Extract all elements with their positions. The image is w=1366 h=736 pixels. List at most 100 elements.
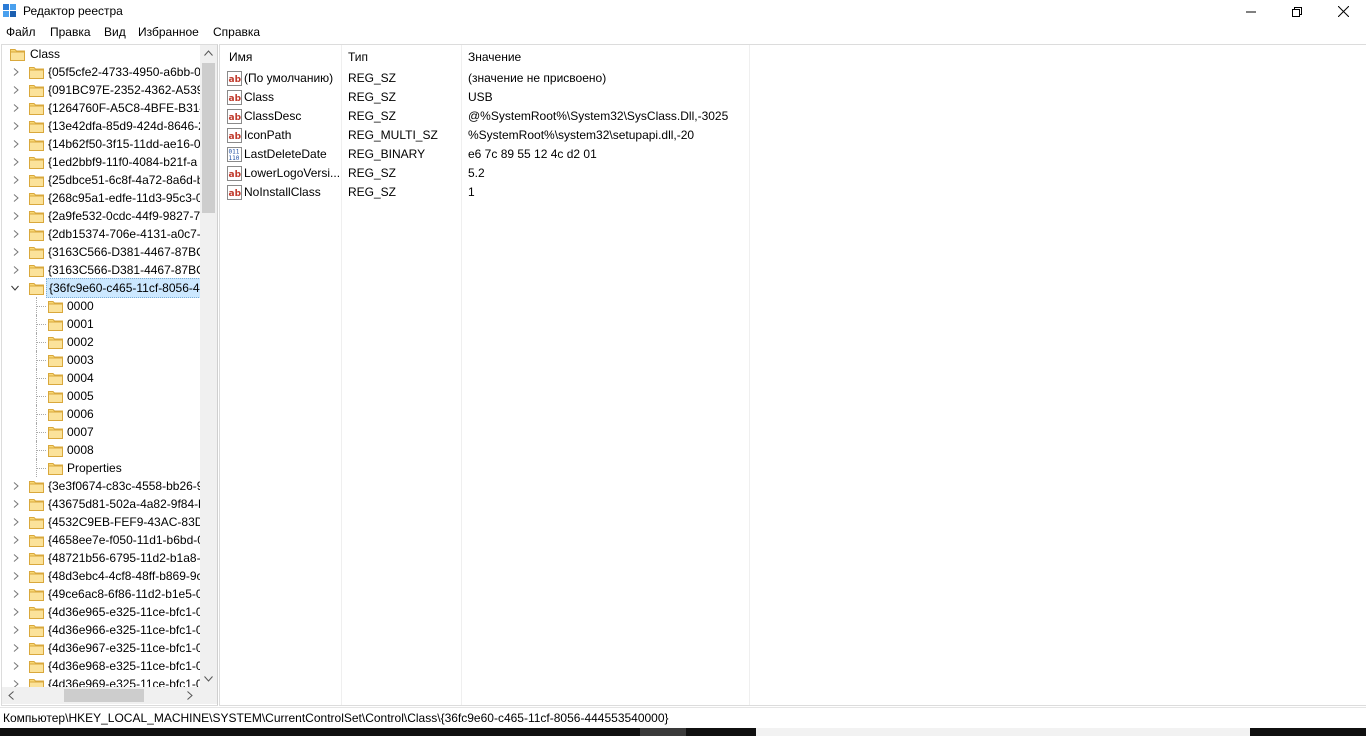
tree-node[interactable]: {4d36e967-e325-11ce-bfc1-0 [2,639,203,657]
column-divider[interactable] [341,45,342,705]
folder-icon [29,571,44,583]
restore-button[interactable] [1274,0,1320,23]
tree-node[interactable]: {1ed2bbf9-11f0-4084-b21f-a [2,153,200,171]
column-header-name[interactable]: Имя [229,45,252,69]
tree-node[interactable]: {43675d81-502a-4a82-9f84-b [2,495,205,513]
tree-node[interactable]: {3163C566-D381-4467-87BC- [2,261,209,279]
tree-node[interactable]: {13e42dfa-85d9-424d-8646-2 [2,117,205,135]
tree-node[interactable]: {1264760F-A5C8-4BFE-B314- [2,99,210,117]
column-header-value[interactable]: Значение [468,45,521,69]
tree-node[interactable]: {05f5cfe2-4733-4950-a6bb-0 [2,63,201,81]
tree-node[interactable]: {2db15374-706e-4131-a0c7-c [2,225,207,243]
value-name: ClassDesc [244,109,302,123]
expand-chevron-icon[interactable] [12,626,20,634]
menu-help[interactable]: Справка [213,25,260,39]
expand-chevron-icon[interactable] [12,140,20,148]
tree-child-node[interactable]: Properties [2,459,200,477]
tree-root[interactable]: Class [2,45,200,63]
taskbar-button[interactable] [640,728,686,736]
expand-chevron-icon[interactable] [12,86,20,94]
expand-chevron-icon[interactable] [12,194,20,202]
tree-child-node[interactable]: 0003 [2,351,200,369]
tree-child-node[interactable]: 0005 [2,387,200,405]
tree-guide-line [36,396,46,398]
expand-chevron-icon[interactable] [12,68,20,76]
value-name: LowerLogoVersi... [244,166,341,180]
tree-node[interactable]: {3163C566-D381-4467-87BC- [2,243,209,261]
scroll-right-icon[interactable] [187,691,193,700]
expand-chevron-icon[interactable] [12,608,20,616]
tree-node[interactable]: {48721b56-6795-11d2-b1a8-0 [2,549,207,567]
tree-vertical-scroll-thumb[interactable] [202,63,215,213]
tree-node-label: {14b62f50-3f15-11dd-ae16-0 [48,137,201,151]
registry-tree[interactable]: Class {05f5cfe2-4733-4950-a6bb-0 {091BC97E… [1,44,218,706]
svg-text:ab: ab [229,170,242,180]
menu-view[interactable]: Вид [104,25,126,39]
tree-root-label: Class [30,47,61,61]
menu-favorites[interactable]: Избранное [138,25,199,39]
tree-node-selected[interactable]: {36fc9e60-c465-11cf-8056-44 [2,278,210,298]
expand-chevron-icon[interactable] [12,230,20,238]
expand-chevron-icon[interactable] [12,644,20,652]
scroll-left-icon[interactable] [8,691,14,700]
tree-node[interactable]: {4532C9EB-FEF9-43AC-83DA [2,513,211,531]
expand-chevron-icon[interactable] [12,536,20,544]
expand-chevron-icon[interactable] [12,248,20,256]
tree-node-label: {25dbce51-6c8f-4a72-8a6d-b [48,173,204,187]
tree-child-node[interactable]: 0004 [2,369,200,387]
column-divider[interactable] [749,45,750,705]
tree-child-node[interactable]: 0001 [2,315,200,333]
tree-node[interactable]: {14b62f50-3f15-11dd-ae16-0 [2,135,201,153]
values-list[interactable]: Имя Тип Значение ab (По умолчанию) REG_SZ(… [219,44,1366,706]
tree-child-node[interactable]: 0000 [2,297,200,315]
tree-horizontal-scroll-thumb[interactable] [64,689,144,702]
expand-chevron-icon[interactable] [12,554,20,562]
expand-chevron-icon[interactable] [12,572,20,580]
taskbar-button[interactable] [756,728,1250,736]
tree-node-label: {4532C9EB-FEF9-43AC-83DA [48,515,212,529]
tree-node[interactable]: {4658ee7e-f050-11d1-b6bd-0 [2,531,204,549]
folder-icon [48,409,63,421]
collapse-chevron-icon[interactable] [11,284,19,292]
tree-node[interactable]: {4d36e968-e325-11ce-bfc1-0 [2,657,203,675]
menu-file[interactable]: Файл [6,25,36,39]
tree-node[interactable]: {4d36e966-e325-11ce-bfc1-0 [2,621,203,639]
folder-open-icon [10,49,25,61]
column-divider[interactable] [461,45,462,705]
tree-child-node[interactable]: 0006 [2,405,200,423]
minimize-button[interactable] [1228,0,1274,23]
folder-icon [29,193,44,205]
expand-chevron-icon[interactable] [12,518,20,526]
tree-guide-line [36,414,46,416]
scroll-down-icon[interactable] [204,676,213,682]
close-button[interactable] [1320,0,1366,23]
tree-child-node[interactable]: 0007 [2,423,200,441]
tree-node[interactable]: {091BC97E-2352-4362-A539- [2,81,207,99]
expand-chevron-icon[interactable] [12,176,20,184]
tree-node[interactable]: {268c95a1-edfe-11d3-95c3-0 [2,189,203,207]
expand-chevron-icon[interactable] [12,158,20,166]
tree-node[interactable]: {25dbce51-6c8f-4a72-8a6d-b [2,171,204,189]
tree-child-node[interactable]: 0008 [2,441,200,459]
tree-node[interactable]: {2a9fe532-0cdc-44f9-9827-76 [2,207,207,225]
tree-node[interactable]: {3e3f0674-c83c-4558-bb26-9 [2,477,203,495]
column-header-type[interactable]: Тип [348,45,368,69]
expand-chevron-icon[interactable] [12,104,20,112]
expand-chevron-icon[interactable] [12,266,20,274]
expand-chevron-icon[interactable] [12,122,20,130]
expand-chevron-icon[interactable] [12,212,20,220]
tree-node[interactable]: {49ce6ac8-6f86-11d2-b1e5-0 [2,585,203,603]
tree-vertical-scrollbar[interactable] [200,45,217,687]
tree-child-node[interactable]: 0002 [2,333,200,351]
scroll-up-icon[interactable] [204,50,213,56]
value-type: REG_BINARY [348,147,426,161]
menu-edit[interactable]: Правка [50,25,91,39]
tree-node[interactable]: {4d36e965-e325-11ce-bfc1-0 [2,603,203,621]
tree-horizontal-scrollbar[interactable] [2,687,200,704]
tree-node[interactable]: {48d3ebc4-4cf8-48ff-b869-9c [2,567,203,585]
expand-chevron-icon[interactable] [12,662,20,670]
expand-chevron-icon[interactable] [12,482,20,490]
expand-chevron-icon[interactable] [12,500,20,508]
expand-chevron-icon[interactable] [12,590,20,598]
string-value-icon: ab [227,128,242,143]
